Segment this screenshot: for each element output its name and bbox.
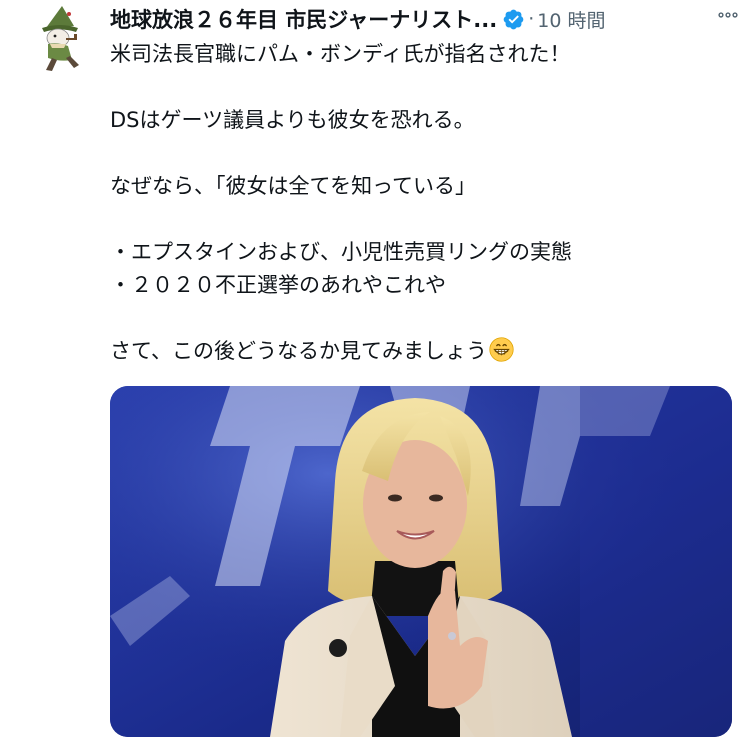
- author-display-name[interactable]: 地球放浪２６年目 市民ジャーナリスト...: [110, 4, 497, 34]
- more-options-icon[interactable]: [710, 0, 746, 30]
- tweet-text-line: ・エプスタインおよび、小児性売買リングの実態: [110, 240, 572, 264]
- tweet-text-last-segment: さて、この後どうなるか見てみましょう: [110, 339, 487, 363]
- tweet-text-line: 米司法長官職にパム・ボンディ氏が指名された！: [110, 42, 571, 66]
- tweet-text-line-last: さて、この後どうなるか見てみましょう: [110, 335, 740, 368]
- tweet-text-line: なぜなら、「彼女は全てを知っている」: [110, 174, 477, 198]
- tweet-card[interactable]: 地球放浪２６年目 市民ジャーナリスト... · 10 時間 米司法長官職にパム・…: [0, 0, 750, 751]
- tweet-media-photo[interactable]: [110, 386, 732, 737]
- tweet-text-line: DSはゲーツ議員よりも彼女を恐れる。: [110, 108, 475, 132]
- grinning-face-emoji-icon: [489, 337, 514, 362]
- post-timestamp[interactable]: 10 時間: [537, 6, 605, 33]
- separator-dot: ·: [528, 8, 535, 30]
- tweet-text-blank-line: [110, 302, 740, 335]
- photo-woman-speaking-icon: [110, 386, 732, 737]
- tweet-header: 地球放浪２６年目 市民ジャーナリスト... · 10 時間: [110, 4, 740, 34]
- author-avatar[interactable]: [22, 2, 98, 78]
- snufkin-avatar-icon: [22, 2, 98, 78]
- tweet-text: 米司法長官職にパム・ボンディ氏が指名された！ DSはゲーツ議員よりも彼女を恐れる…: [110, 38, 740, 368]
- tweet-text-blank-line: [110, 203, 740, 236]
- verified-badge-icon: [502, 8, 525, 31]
- tweet-text-line: ・２０２０不正選挙のあれやこれや: [110, 273, 446, 297]
- tweet-text-blank-line: [110, 71, 740, 104]
- tweet-text-blank-line: [110, 137, 740, 170]
